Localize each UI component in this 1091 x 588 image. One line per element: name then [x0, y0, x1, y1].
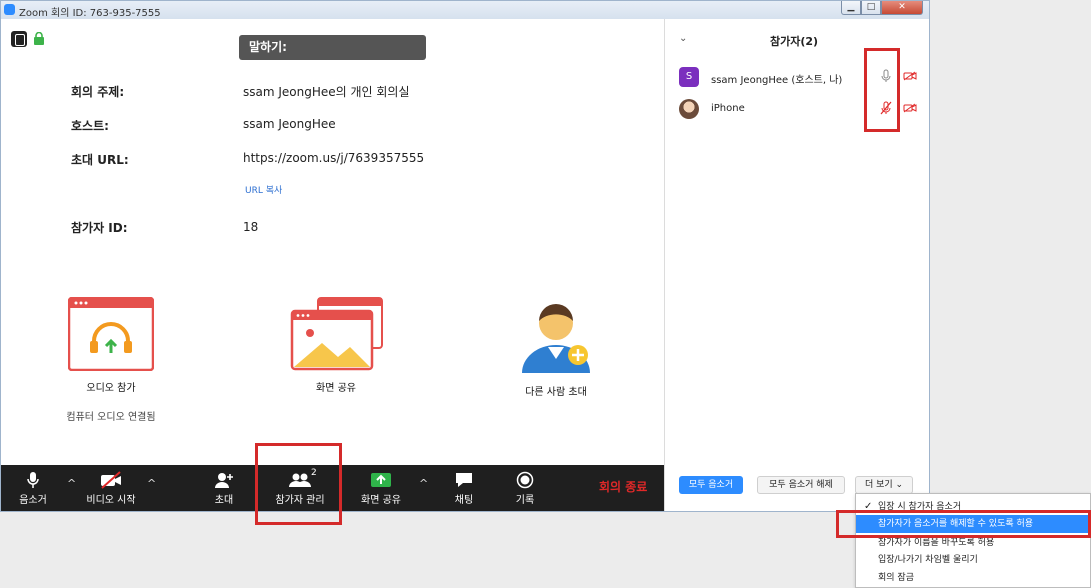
mic-column-highlight — [864, 48, 900, 132]
invite-others-action[interactable]: 다른 사람 초대 — [501, 293, 611, 398]
add-person-icon — [215, 473, 233, 488]
unmute-all-button[interactable]: 모두 음소거 해제 — [757, 476, 845, 494]
maximize-button[interactable]: □ — [861, 1, 881, 15]
share-screen-action[interactable]: 화면 공유 — [281, 297, 391, 394]
share-options-caret-icon[interactable]: ^ — [419, 477, 428, 490]
participant-id-label: 참가자 ID: — [71, 221, 128, 235]
chat-button[interactable]: 채팅 — [448, 465, 480, 511]
invite-url-label: 초대 URL: — [71, 153, 129, 167]
invite-button[interactable]: 초대 — [206, 465, 242, 511]
share-screen-arrow-icon — [371, 473, 391, 487]
video-off-icon — [101, 471, 121, 489]
record-button[interactable]: 기록 — [509, 465, 541, 511]
lock-icon[interactable] — [33, 32, 45, 45]
record-label: 기록 — [515, 495, 535, 506]
allow-unmute-highlight — [836, 510, 1091, 538]
audio-options-caret-icon[interactable]: ^ — [67, 477, 76, 490]
menu-item-lock-meeting[interactable]: 회의 잠금 — [856, 569, 1090, 587]
zoom-window: Zoom 회의 ID: 763-935-7555 ▁ □ ✕ 말하기: 회의 주… — [0, 0, 930, 512]
meeting-main-area: 말하기: 회의 주제: ssam JeongHee의 개인 회의실 호스트: s… — [1, 19, 664, 465]
video-options-caret-icon[interactable]: ^ — [147, 477, 156, 490]
share-screen-button[interactable]: 화면 공유 — [356, 465, 406, 511]
menu-item-label: 입장/나가기 차임벨 울리기 — [878, 555, 978, 565]
host-value: ssam JeongHee — [243, 117, 336, 131]
audio-connected-status: 컴퓨터 오디오 연결됨 — [66, 412, 156, 423]
meeting-info-icon[interactable] — [11, 31, 27, 47]
close-button[interactable]: ✕ — [881, 1, 923, 15]
headphones-icon — [67, 296, 155, 372]
record-icon — [516, 471, 534, 489]
more-options-button[interactable]: 더 보기 ⌄ — [855, 476, 913, 494]
microphone-icon — [27, 472, 39, 488]
copy-url-link[interactable]: URL 복사 — [245, 183, 282, 196]
participants-panel-title: 참가자(2) — [770, 35, 819, 48]
menu-item-chime[interactable]: 입장/나가기 차임벨 울리기 — [856, 551, 1090, 569]
menu-item-label: 회의 잠금 — [878, 573, 914, 583]
mute-button[interactable]: 음소거 — [13, 465, 53, 511]
screen: Zoom 회의 ID: 763-935-7555 ▁ □ ✕ 말하기: 회의 주… — [0, 0, 1091, 588]
host-label: 호스트: — [71, 119, 109, 133]
start-video-button[interactable]: 비디오 시작 — [81, 465, 141, 511]
title-bar: Zoom 회의 ID: 763-935-7555 ▁ □ ✕ — [1, 1, 929, 19]
invite-label: 초대 — [214, 495, 234, 506]
zoom-logo-icon — [4, 4, 15, 15]
invite-person-icon — [522, 304, 590, 373]
topic-label: 회의 주제: — [71, 85, 125, 99]
video-off-icon — [903, 71, 917, 81]
participant-id-value: 18 — [243, 220, 259, 234]
invite-url-value: https://zoom.us/j/7639357555 — [243, 151, 425, 165]
share-screen-icon — [290, 297, 383, 371]
participant-name: ssam JeongHee (호스트, 나) — [711, 75, 843, 86]
participants-button-highlight — [255, 443, 342, 525]
chat-bubble-icon — [456, 473, 472, 487]
topic-value: ssam JeongHee의 개인 회의실 — [243, 85, 410, 99]
more-options-menu: ✓ 입장 시 참가자 음소거 참가자가 음소거를 해제할 수 있도록 허용 참가… — [855, 493, 1091, 588]
active-speaker-label: 말하기: — [239, 35, 426, 60]
join-audio-label: 오디오 참가 — [86, 383, 136, 394]
chevron-down-icon[interactable]: ⌄ — [679, 33, 687, 44]
chat-label: 채팅 — [454, 495, 474, 506]
share-screen-toolbar-label: 화면 공유 — [361, 495, 401, 506]
invite-others-label: 다른 사람 초대 — [525, 387, 587, 398]
join-audio-action[interactable]: 오디오 참가 컴퓨터 오디오 연결됨 — [56, 296, 166, 423]
mute-label: 음소거 — [19, 495, 47, 506]
avatar: S — [679, 67, 699, 87]
participant-name: iPhone — [711, 103, 745, 114]
mute-all-button[interactable]: 모두 음소거 — [679, 476, 743, 494]
window-title: Zoom 회의 ID: 763-935-7555 — [19, 8, 161, 19]
start-video-label: 비디오 시작 — [86, 495, 136, 506]
share-screen-label: 화면 공유 — [316, 383, 356, 394]
minimize-button[interactable]: ▁ — [841, 1, 861, 15]
end-meeting-button[interactable]: 회의 종료 — [599, 478, 647, 495]
video-off-icon — [903, 103, 917, 113]
avatar — [679, 99, 699, 119]
menu-item-label: 참가자가 이름을 바꾸도록 허용 — [878, 538, 995, 548]
